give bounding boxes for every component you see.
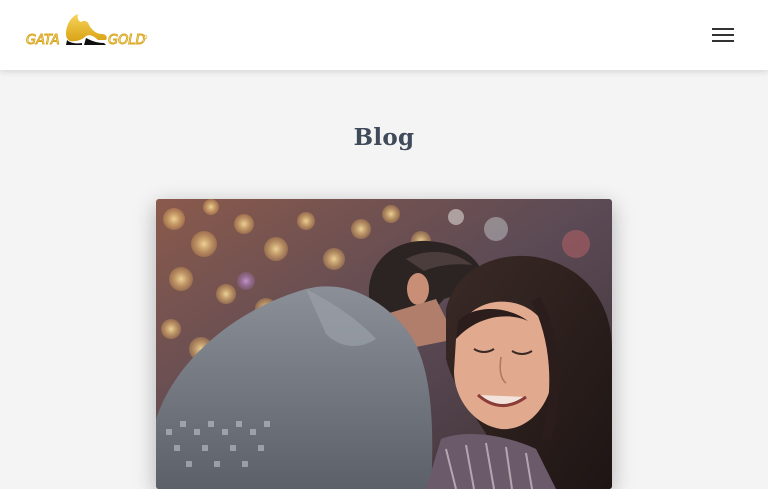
blog-post-card[interactable] [156, 199, 612, 489]
menu-bar-middle [712, 34, 734, 36]
menu-bar-top [712, 28, 734, 30]
logo-graphic: GATA GOLD [26, 14, 148, 48]
brand-logo[interactable]: GATA GOLD [26, 10, 148, 50]
post-featured-image[interactable] [156, 199, 612, 489]
svg-text:GATA: GATA [26, 33, 60, 48]
site-header: GATA GOLD [0, 0, 768, 70]
svg-text:GOLD: GOLD [108, 33, 146, 48]
hamburger-menu-icon[interactable] [708, 22, 738, 48]
menu-bar-bottom [712, 40, 734, 42]
page-title: Blog [353, 124, 415, 151]
